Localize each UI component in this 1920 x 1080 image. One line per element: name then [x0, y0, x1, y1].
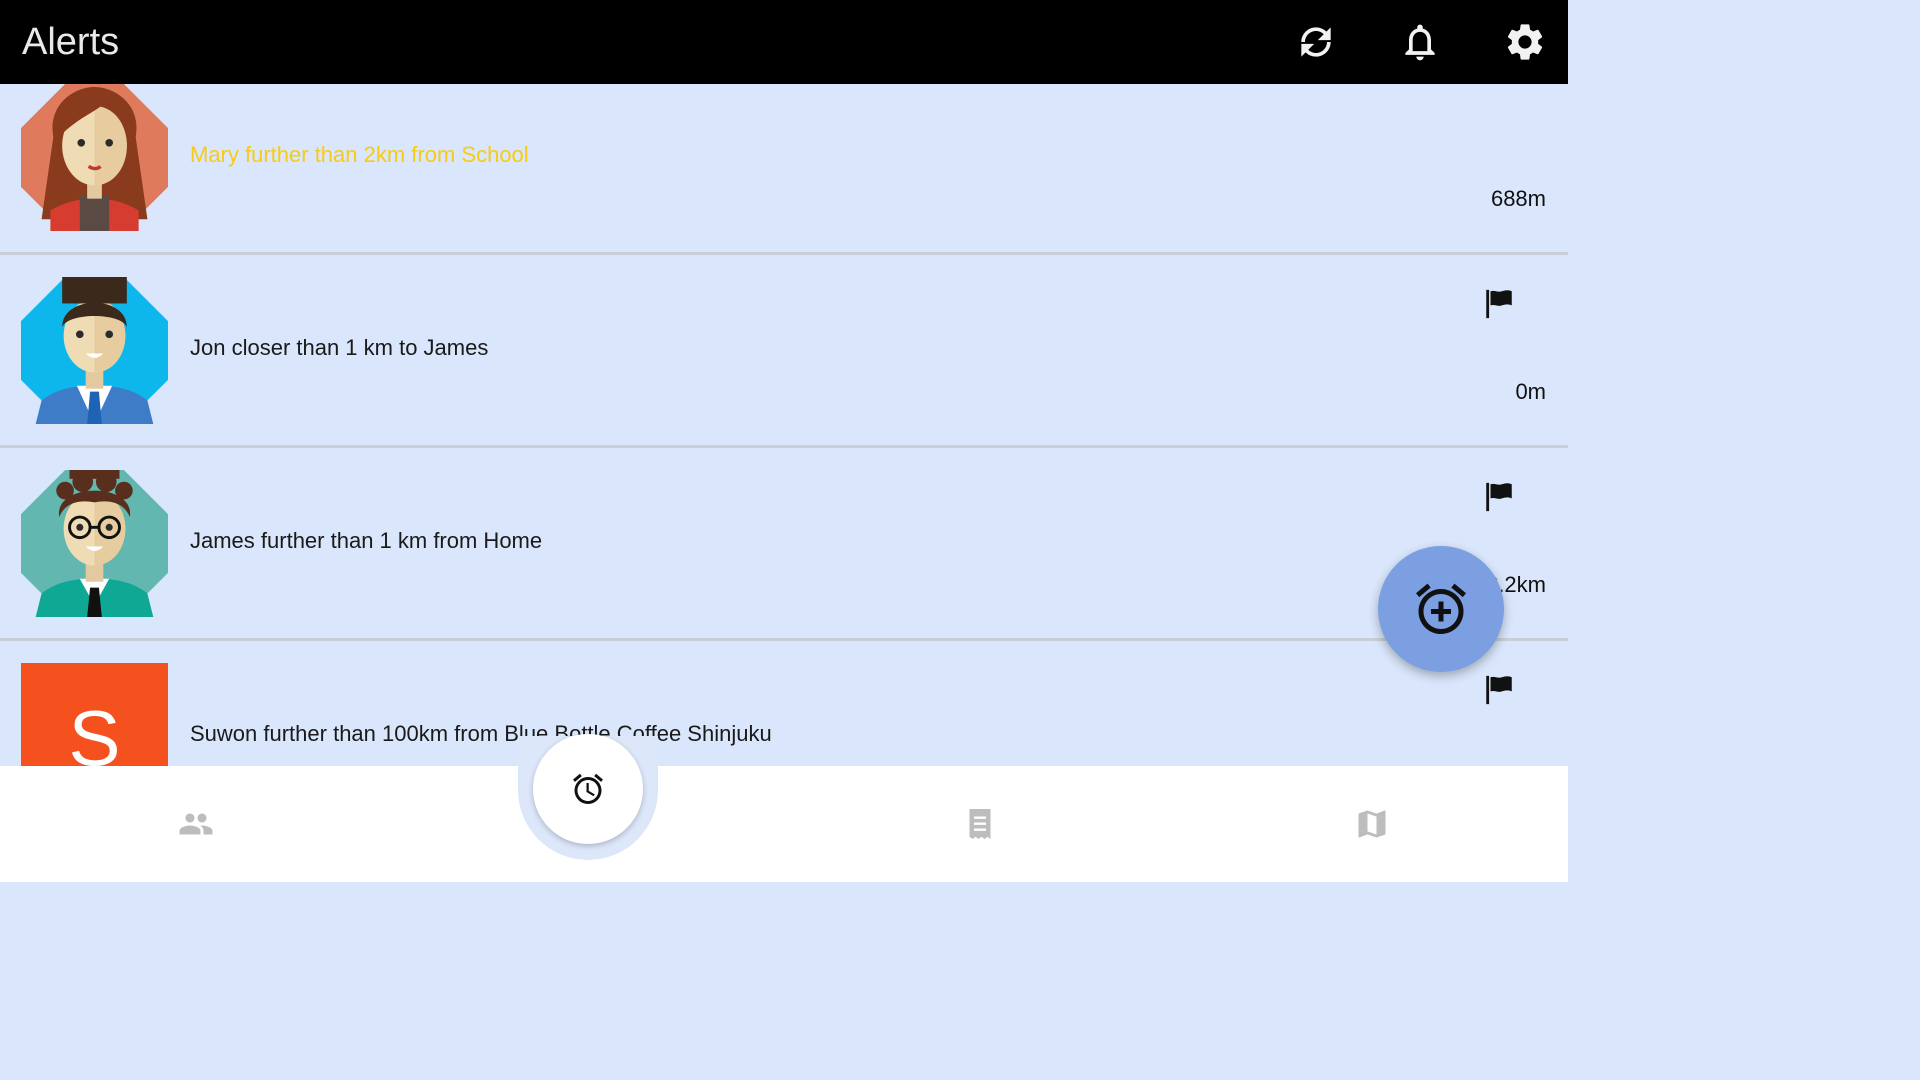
alert-text: Mary further than 2km from School [190, 142, 529, 167]
map-icon[interactable] [1354, 806, 1390, 842]
top-app-bar: Alerts [0, 0, 1568, 84]
people-icon[interactable] [178, 806, 214, 842]
alerts-list: Mary further than 2km from School 688m J… [0, 84, 1568, 766]
flag-icon[interactable] [1482, 480, 1516, 514]
alert-text: James further than 1 km from Home [190, 528, 543, 553]
alert-distance: 688m [1490, 186, 1546, 211]
refresh-icon[interactable] [1294, 20, 1338, 64]
man-avatar [21, 277, 168, 424]
alert-row[interactable]: Jon closer than 1 km to James 0m [0, 255, 1568, 448]
alert-text: Jon closer than 1 km to James [190, 335, 489, 360]
flag-icon[interactable] [1482, 287, 1516, 321]
man-glasses-avatar [21, 470, 168, 617]
alert-row[interactable]: Mary further than 2km from School 688m [0, 84, 1568, 255]
alarm-tab-button[interactable] [533, 734, 643, 844]
bottom-navigation [0, 766, 1568, 882]
alarm-icon [573, 773, 603, 805]
woman-avatar [21, 84, 168, 231]
alert-row[interactable]: James further than 1 km from Home 2.2km [0, 448, 1568, 641]
list-icon[interactable] [962, 806, 998, 842]
flag-icon[interactable] [1482, 673, 1516, 707]
bell-icon[interactable] [1398, 20, 1442, 64]
alert-text: Suwon further than 100km from Blue Bottl… [190, 721, 772, 746]
alert-distance: 0m [1515, 379, 1546, 404]
letter-avatar: S [21, 663, 168, 766]
gear-icon[interactable] [1503, 20, 1547, 64]
page-title: Alerts [22, 21, 120, 63]
add-alarm-icon [1416, 583, 1466, 635]
alert-row[interactable]: S Suwon further than 100km from Blue Bot… [0, 641, 1568, 766]
add-alarm-button[interactable] [1378, 546, 1504, 672]
